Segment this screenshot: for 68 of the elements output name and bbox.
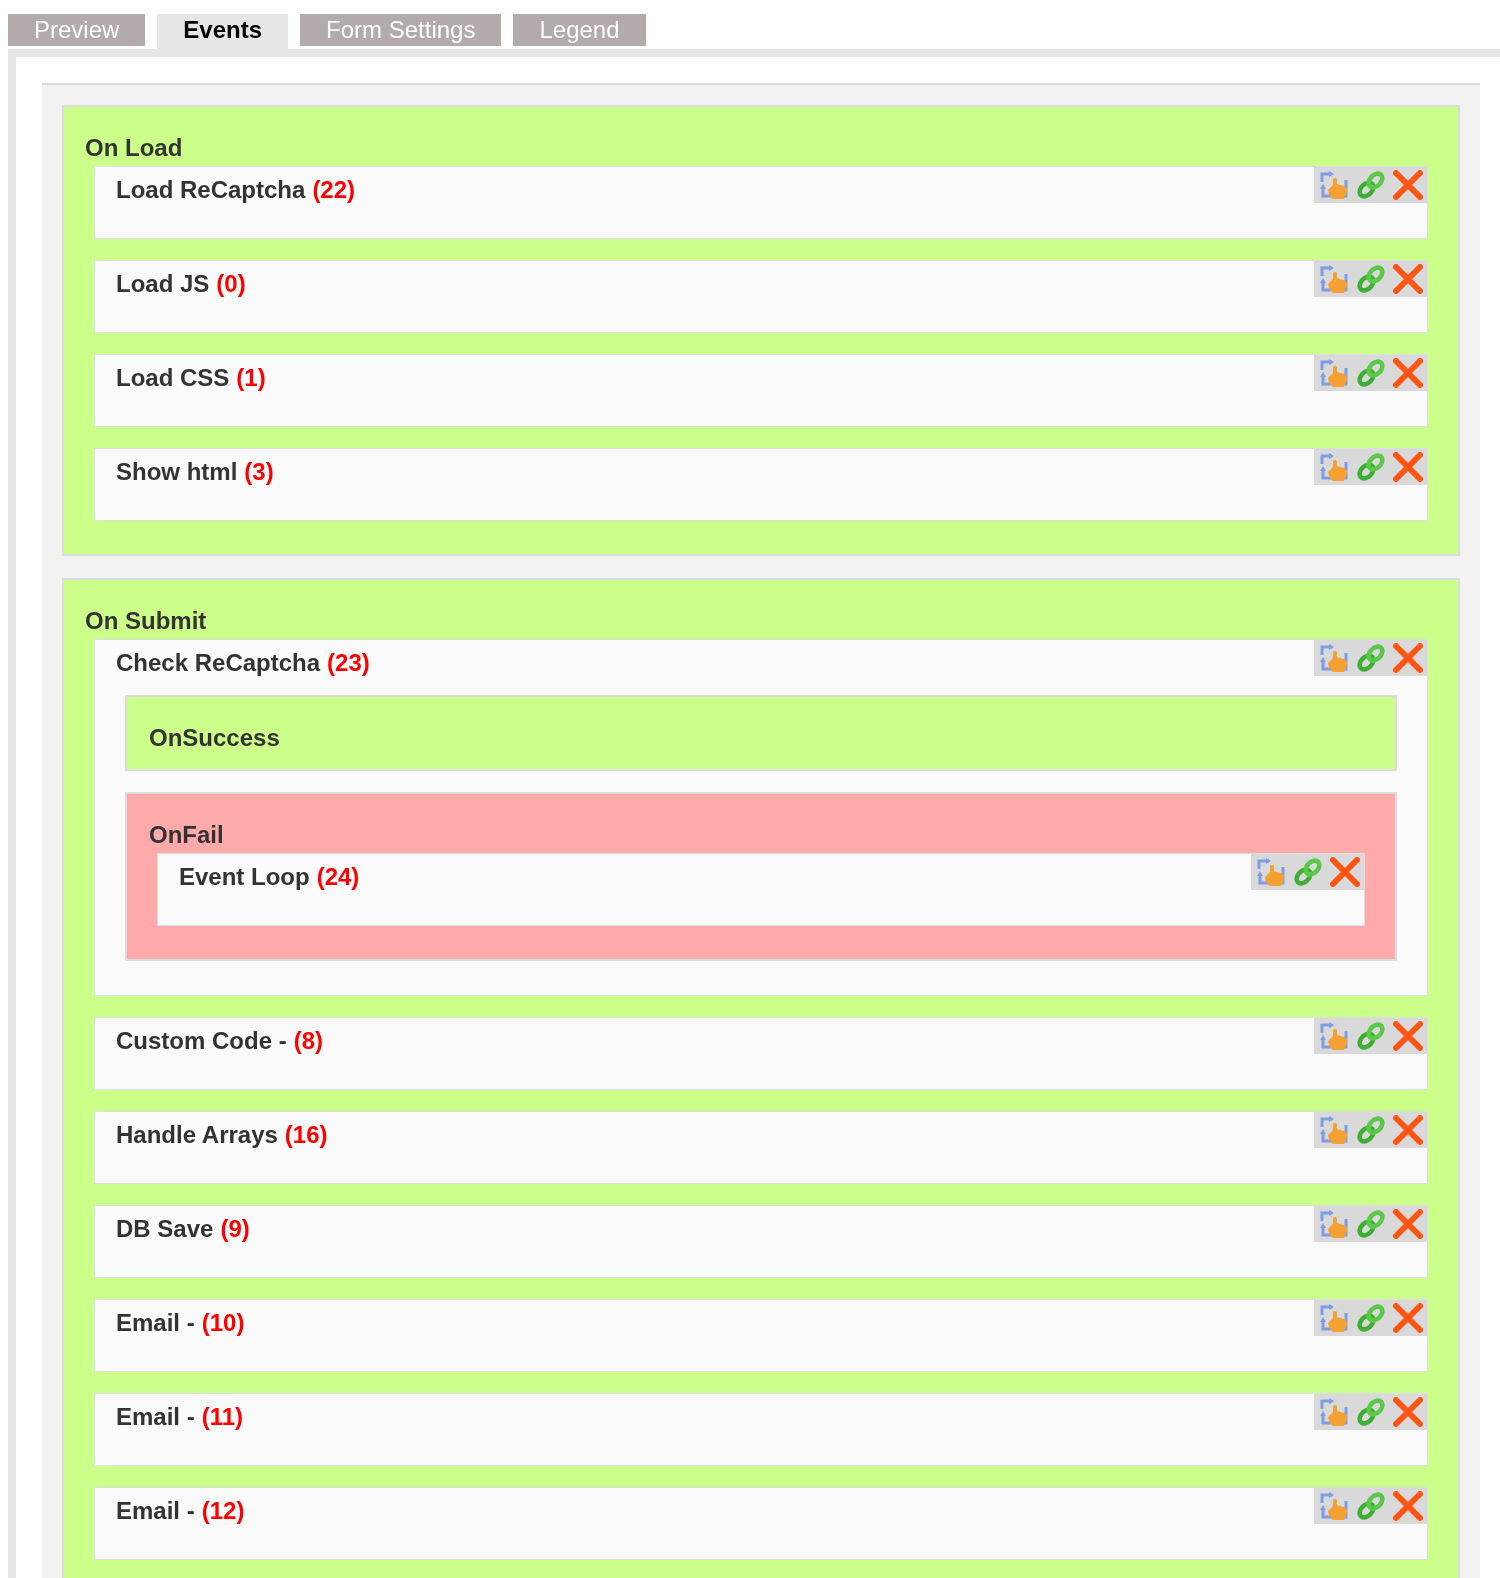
arrows-hand-icon[interactable] <box>1319 1491 1349 1521</box>
arrows-hand-icon[interactable] <box>1319 643 1349 673</box>
action-name: Handle Arrays <box>116 1121 278 1149</box>
link-icon[interactable] <box>1356 170 1386 200</box>
action-name: Custom Code - <box>116 1027 287 1055</box>
link-icon[interactable] <box>1356 358 1386 388</box>
cross-icon[interactable] <box>1393 1021 1423 1051</box>
action-count: (0) <box>216 270 246 298</box>
action-count: (8) <box>293 1027 323 1055</box>
action-name: Email - <box>116 1497 195 1525</box>
action-count: (10) <box>201 1309 245 1337</box>
action-name: Load ReCaptcha <box>116 176 306 204</box>
action-count: (11) <box>201 1403 244 1431</box>
cross-icon[interactable] <box>1393 1303 1423 1333</box>
cross-icon[interactable] <box>1393 1397 1423 1427</box>
action-name: Check ReCaptcha <box>116 649 321 677</box>
arrows-hand-icon[interactable] <box>1256 857 1286 887</box>
cross-icon[interactable] <box>1393 643 1423 673</box>
action-count: (23) <box>327 649 370 677</box>
action-name: Email - <box>116 1309 195 1337</box>
branch-title: OnFail <box>149 821 224 848</box>
action-count: (9) <box>220 1215 250 1243</box>
action-count: (24) <box>316 863 360 891</box>
cross-icon[interactable] <box>1393 452 1423 482</box>
link-icon[interactable] <box>1356 1397 1386 1427</box>
tab[interactable]: Events <box>157 14 289 49</box>
arrows-hand-icon[interactable] <box>1319 170 1349 200</box>
cross-icon[interactable] <box>1393 1491 1423 1521</box>
action-count: (12) <box>201 1497 245 1525</box>
action-name: DB Save <box>116 1215 214 1243</box>
link-icon[interactable] <box>1356 1115 1386 1145</box>
action-name: Load CSS <box>116 364 230 392</box>
cross-icon[interactable] <box>1393 170 1423 200</box>
arrows-hand-icon[interactable] <box>1319 1021 1349 1051</box>
action-name: Event Loop <box>179 863 310 891</box>
link-icon[interactable] <box>1356 1491 1386 1521</box>
action-name: Load JS <box>116 270 210 298</box>
arrows-hand-icon[interactable] <box>1319 1303 1349 1333</box>
link-icon[interactable] <box>1356 264 1386 294</box>
section-title: On Submit <box>85 607 207 634</box>
tab[interactable]: Preview <box>8 14 146 46</box>
arrows-hand-icon[interactable] <box>1319 264 1349 294</box>
action-count: (1) <box>236 364 266 392</box>
cross-icon[interactable] <box>1393 358 1423 388</box>
arrows-hand-icon[interactable] <box>1319 358 1349 388</box>
tab[interactable]: Form Settings <box>300 14 502 46</box>
link-icon[interactable] <box>1356 1209 1386 1239</box>
action-name: Email - <box>116 1403 195 1431</box>
link-icon[interactable] <box>1356 1021 1386 1051</box>
arrows-hand-icon[interactable] <box>1319 1115 1349 1145</box>
action-count: (3) <box>244 458 274 486</box>
action-count: (16) <box>284 1121 328 1149</box>
branch-title: OnSuccess <box>149 724 280 751</box>
cross-icon[interactable] <box>1393 1209 1423 1239</box>
tab[interactable]: Legend <box>513 14 646 46</box>
section-title: On Load <box>85 134 183 161</box>
arrows-hand-icon[interactable] <box>1319 452 1349 482</box>
link-icon[interactable] <box>1356 452 1386 482</box>
arrows-hand-icon[interactable] <box>1319 1397 1349 1427</box>
link-icon[interactable] <box>1293 857 1323 887</box>
link-icon[interactable] <box>1356 643 1386 673</box>
link-icon[interactable] <box>1356 1303 1386 1333</box>
action-count: (22) <box>312 176 356 204</box>
cross-icon[interactable] <box>1393 1115 1423 1145</box>
action-name: Show html <box>116 458 238 486</box>
arrows-hand-icon[interactable] <box>1319 1209 1349 1239</box>
cross-icon[interactable] <box>1330 857 1360 887</box>
cross-icon[interactable] <box>1393 264 1423 294</box>
